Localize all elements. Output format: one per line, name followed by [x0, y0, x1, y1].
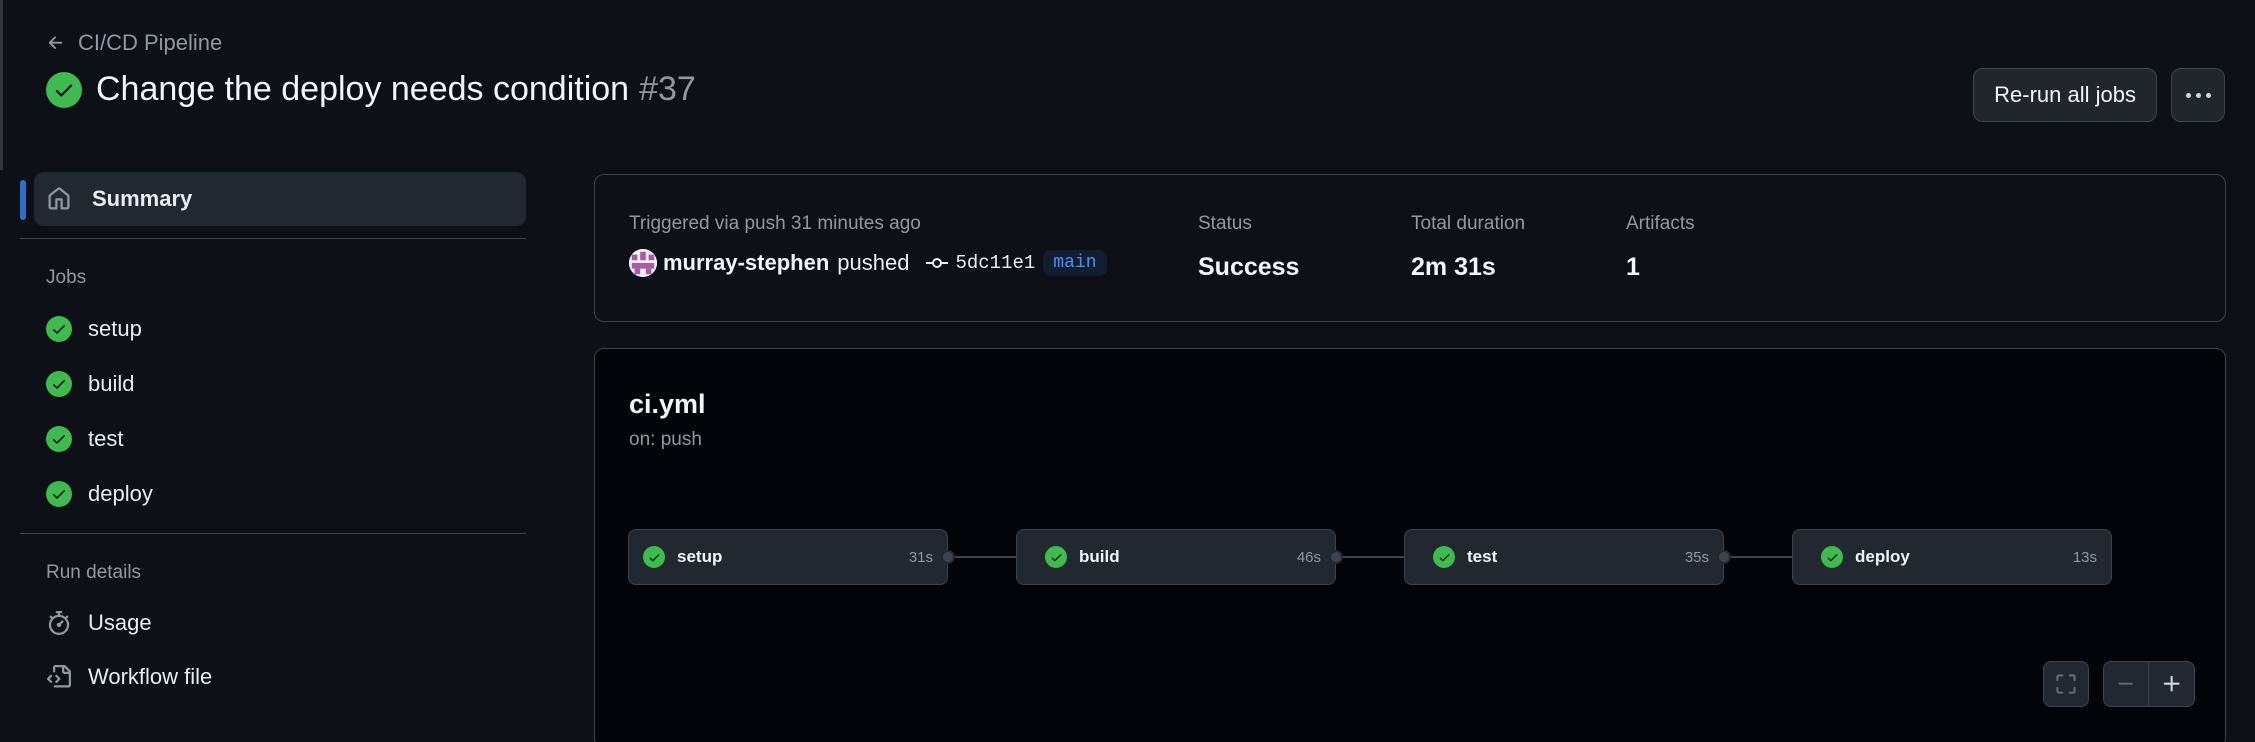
sidebar-item-workflow-file[interactable]: Workflow file	[20, 650, 526, 704]
duration-value: 2m 31s	[1411, 253, 1496, 281]
plus-icon	[2163, 675, 2180, 692]
sidebar-item-summary[interactable]: Summary	[34, 172, 526, 226]
branch-label[interactable]: main	[1043, 250, 1107, 276]
header-actions: Re-run all jobs	[1973, 68, 2225, 122]
action-text: pushed	[837, 250, 910, 275]
git-commit-icon	[926, 258, 949, 268]
job-node-duration: 46s	[1296, 548, 1321, 566]
back-link-label: CI/CD Pipeline	[78, 30, 223, 55]
more-options-button[interactable]	[2171, 68, 2225, 122]
zoom-controls	[2103, 661, 2195, 707]
duration-label: Total duration	[1411, 213, 1526, 234]
stopwatch-icon	[46, 610, 72, 636]
check-circle-icon	[46, 425, 72, 452]
check-circle-icon	[46, 315, 72, 342]
fullscreen-control	[2043, 661, 2089, 707]
sidebar-item-job-setup[interactable]: setup	[20, 301, 526, 356]
job-node-duration: 31s	[908, 548, 933, 566]
sidebar-item-job-build[interactable]: build	[20, 356, 526, 411]
job-node-duration: 13s	[2072, 548, 2097, 566]
check-circle-icon	[1433, 546, 1455, 568]
fullscreen-button[interactable]	[2043, 661, 2089, 707]
zoom-in-button[interactable]	[2149, 661, 2195, 707]
back-link[interactable]: CI/CD Pipeline	[46, 30, 2225, 56]
job-node-name: test	[1467, 547, 1498, 566]
check-circle-icon	[46, 71, 82, 108]
file-code-icon	[46, 664, 72, 690]
commit-sha-link[interactable]: 5dc11e1	[955, 252, 1035, 274]
title-row: Change the deploy needs condition #37	[46, 70, 2225, 109]
run-number: #37	[639, 70, 696, 108]
run-header: CI/CD Pipeline Change the deploy needs c…	[46, 30, 2225, 130]
graph-edge	[1343, 556, 1405, 558]
trigger-text: Triggered via push 31 minutes ago	[629, 213, 921, 234]
sidebar-item-job-test[interactable]: test	[20, 411, 526, 466]
job-node-name: deploy	[1855, 547, 1910, 566]
check-circle-icon	[1045, 546, 1067, 568]
arrow-left-icon	[48, 36, 63, 49]
active-indicator	[20, 180, 26, 220]
job-label: deploy	[88, 480, 153, 506]
kebab-horizontal-icon	[2185, 92, 2211, 98]
artifacts-label: Artifacts	[1626, 213, 1695, 234]
job-node-duration: 35s	[1684, 548, 1709, 566]
job-label: test	[88, 425, 124, 451]
sidebar-item-usage[interactable]: Usage	[20, 596, 526, 650]
check-circle-icon	[1821, 546, 1843, 568]
job-node-setup[interactable]: setup 31s	[628, 529, 948, 585]
artifacts-info: Artifacts 1	[1626, 213, 1695, 282]
workflow-file-title: ci.yml	[629, 389, 706, 419]
page-title: Change the deploy needs condition	[96, 70, 630, 108]
status-label: Status	[1198, 213, 1252, 234]
zoom-out-button[interactable]	[2103, 661, 2149, 707]
workflow-trigger: on: push	[629, 429, 702, 450]
sidebar-divider	[20, 238, 526, 239]
sidebar: Summary Jobs setup build test deploy Run…	[20, 172, 526, 704]
job-label: build	[88, 370, 135, 396]
duration-info: Total duration 2m 31s	[1411, 213, 1525, 282]
check-circle-icon	[46, 370, 72, 397]
sidebar-item-job-deploy[interactable]: deploy	[20, 466, 526, 521]
sidebar-item-label: Workflow file	[88, 664, 213, 689]
avatar[interactable]	[629, 249, 657, 277]
status-value: Success	[1198, 253, 1300, 281]
sidebar-divider	[20, 533, 526, 534]
graph-edge	[1731, 556, 1793, 558]
screen-full-icon	[2056, 674, 2076, 694]
graph-edge	[955, 556, 1017, 558]
node-port	[941, 550, 955, 564]
window-edge	[0, 0, 3, 170]
status-info: Status Success	[1198, 213, 1299, 282]
run-details-heading: Run details	[46, 562, 142, 583]
node-port	[1329, 550, 1343, 564]
trigger-row: murray-stephen pushed 5dc11e1 main	[629, 249, 1107, 277]
check-circle-icon	[46, 480, 72, 507]
trigger-info: Triggered via push 31 minutes ago murray…	[629, 213, 1107, 277]
job-node-test[interactable]: test 35s	[1404, 529, 1724, 585]
job-node-build[interactable]: build 46s	[1016, 529, 1336, 585]
artifacts-value[interactable]: 1	[1626, 253, 1695, 282]
job-node-deploy[interactable]: deploy 13s	[1792, 529, 2112, 585]
sidebar-item-label: Usage	[88, 610, 152, 635]
run-summary-card: Triggered via push 31 minutes ago murray…	[594, 174, 2226, 322]
job-label: setup	[88, 315, 142, 341]
dash-icon	[2118, 682, 2133, 685]
rerun-all-jobs-button[interactable]: Re-run all jobs	[1973, 68, 2157, 122]
node-port	[1717, 550, 1731, 564]
workflow-graph-card: ci.yml on: push setup 31s build 46s test…	[594, 348, 2226, 742]
home-icon	[46, 186, 72, 212]
sidebar-item-label: Summary	[92, 186, 193, 211]
job-node-name: build	[1079, 547, 1120, 566]
check-circle-icon	[643, 546, 665, 568]
job-node-name: setup	[677, 547, 723, 566]
username-link[interactable]: murray-stephen	[663, 250, 829, 276]
jobs-heading: Jobs	[46, 267, 87, 288]
